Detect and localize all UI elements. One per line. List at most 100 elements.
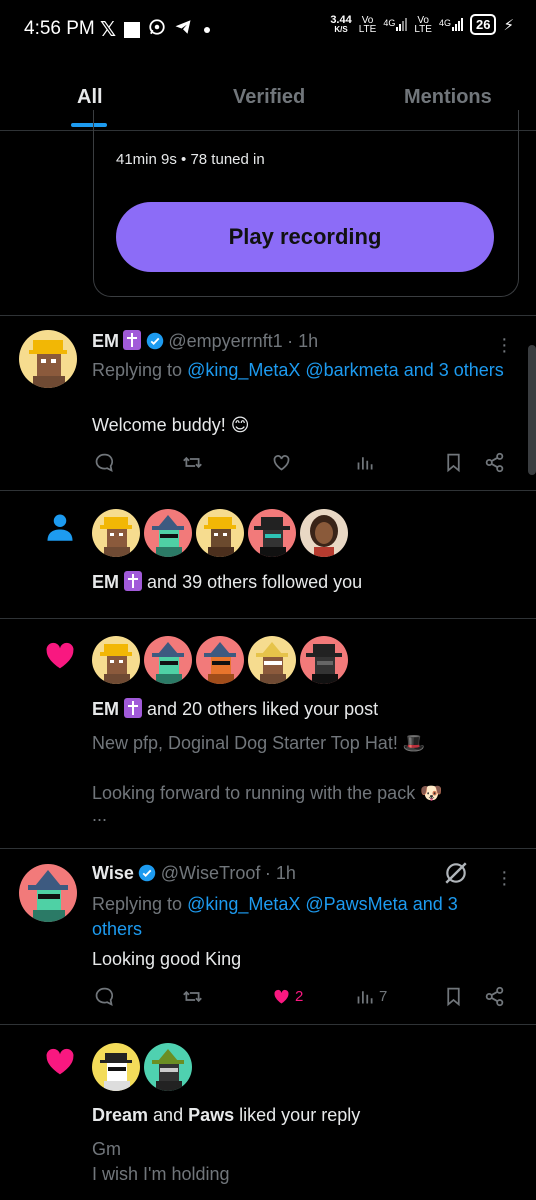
cross-emoji-icon bbox=[124, 698, 143, 718]
liker-avatar[interactable] bbox=[248, 636, 296, 684]
signal-icon-2: 4G bbox=[439, 18, 463, 31]
tweet-header: EM @empyerrnft1 · 1h bbox=[92, 330, 318, 352]
status-bar: 4:56 PM 𝕏 3.44 K/S Vo LTE 4G Vo LTE 4G 2… bbox=[0, 0, 536, 60]
liker-avatar[interactable] bbox=[92, 636, 140, 684]
avatar[interactable] bbox=[19, 864, 77, 922]
views-button[interactable]: 7 bbox=[355, 986, 387, 1007]
replying-to: Replying to @king_MetaX @PawsMeta and 3 … bbox=[92, 894, 458, 939]
reply-icon bbox=[95, 453, 114, 472]
person-icon bbox=[45, 512, 75, 547]
share-button[interactable] bbox=[484, 986, 505, 1007]
follower-name[interactable]: EM bbox=[92, 572, 119, 592]
heart-icon bbox=[44, 1046, 76, 1081]
liked-post-more: ... bbox=[92, 805, 108, 825]
heart-icon bbox=[44, 640, 76, 675]
divider bbox=[0, 1024, 536, 1025]
like-button[interactable] bbox=[271, 452, 292, 473]
follow-text: EM and 39 others followed you bbox=[92, 571, 363, 592]
divider bbox=[0, 848, 536, 849]
whatsapp-icon bbox=[148, 18, 166, 42]
like-button[interactable]: 2 bbox=[271, 986, 303, 1007]
follower-avatar[interactable] bbox=[92, 509, 140, 557]
divider bbox=[0, 618, 536, 619]
net-speed: 3.44 bbox=[330, 13, 352, 26]
follower-avatar[interactable] bbox=[196, 509, 244, 557]
notification-icons: 𝕏 bbox=[100, 17, 211, 42]
liked-post-line: Looking forward to running with the pack… bbox=[92, 783, 443, 803]
verified-icon bbox=[146, 332, 164, 350]
author-handle[interactable]: @empyerrnft1 bbox=[168, 331, 282, 351]
reply-icon bbox=[95, 987, 114, 1006]
liked-reply-line: I wish I'm holding bbox=[92, 1164, 230, 1184]
heart-outline-icon bbox=[273, 455, 290, 471]
dot-icon bbox=[204, 26, 211, 33]
views-button[interactable] bbox=[355, 452, 376, 473]
avatar[interactable] bbox=[19, 330, 77, 388]
tweet-header: Wise @WiseTroof · 1h bbox=[92, 863, 296, 884]
reply-mentions[interactable]: @king_MetaX @barkmeta and 3 others bbox=[187, 360, 504, 380]
reply-button[interactable] bbox=[94, 986, 115, 1007]
retweet-button[interactable] bbox=[182, 452, 203, 473]
play-recording-button[interactable]: Play recording bbox=[116, 202, 494, 272]
author-name[interactable]: Wise bbox=[92, 863, 134, 883]
lte-label-2: LTE bbox=[414, 23, 432, 35]
charging-icon: ⚡ bbox=[503, 16, 514, 34]
views-icon bbox=[357, 457, 373, 470]
author-handle[interactable]: @WiseTroof bbox=[161, 863, 261, 883]
tab-verified[interactable]: Verified bbox=[233, 86, 305, 109]
telegram-icon bbox=[174, 18, 192, 42]
heart-filled-icon bbox=[274, 989, 289, 1004]
liker-avatar[interactable] bbox=[300, 636, 348, 684]
tab-all[interactable]: All bbox=[77, 86, 103, 109]
verified-icon bbox=[139, 864, 156, 882]
retweet-button[interactable] bbox=[182, 986, 203, 1007]
bookmark-button[interactable] bbox=[443, 986, 464, 1007]
gallery-icon bbox=[124, 21, 141, 38]
liker-avatar[interactable] bbox=[196, 636, 244, 684]
signal-icon: 4G bbox=[383, 18, 408, 31]
lte-label: LTE bbox=[358, 23, 377, 35]
views-count: 7 bbox=[379, 988, 388, 1005]
cross-emoji-icon bbox=[123, 330, 142, 350]
author-name[interactable]: EM bbox=[92, 331, 119, 351]
tab-mentions[interactable]: Mentions bbox=[404, 86, 492, 109]
bookmark-button[interactable] bbox=[443, 452, 464, 473]
share-icon bbox=[485, 452, 504, 473]
divider bbox=[0, 315, 536, 316]
liker-avatar[interactable] bbox=[144, 636, 192, 684]
follower-avatar[interactable] bbox=[300, 509, 348, 557]
views-icon bbox=[357, 991, 373, 1004]
liker-avatar[interactable] bbox=[144, 1043, 192, 1091]
share-button[interactable] bbox=[484, 452, 505, 473]
like-count: 2 bbox=[295, 988, 304, 1005]
tweet-time: · 1h bbox=[264, 863, 296, 883]
liker-name[interactable]: EM bbox=[92, 699, 119, 719]
retweet-icon bbox=[183, 990, 202, 1003]
liker-name[interactable]: Dream bbox=[92, 1105, 148, 1125]
retweet-icon bbox=[183, 456, 202, 469]
space-meta: 41min 9s • 78 tuned in bbox=[116, 151, 265, 168]
tweet-text: Looking good King bbox=[92, 949, 242, 969]
liker-avatar[interactable] bbox=[92, 1043, 140, 1091]
replying-to: Replying to @king_MetaX @barkmeta and 3 … bbox=[92, 360, 504, 380]
follower-avatar[interactable] bbox=[144, 509, 192, 557]
like-text: EM and 20 others liked your post bbox=[92, 698, 379, 719]
reply-button[interactable] bbox=[94, 452, 115, 473]
system-status: 3.44 K/S Vo LTE 4G Vo LTE 4G 26 ⚡ bbox=[330, 14, 514, 35]
divider bbox=[0, 490, 536, 491]
cross-emoji-icon bbox=[124, 571, 143, 591]
grok-icon[interactable] bbox=[443, 860, 469, 891]
follower-avatar[interactable] bbox=[248, 509, 296, 557]
bookmark-icon bbox=[447, 987, 460, 1007]
liked-reply-line: Gm bbox=[92, 1139, 121, 1159]
liker-name[interactable]: Paws bbox=[188, 1105, 234, 1125]
scrollbar[interactable] bbox=[528, 345, 536, 475]
share-icon bbox=[485, 986, 504, 1007]
liked-post-line: New pfp, Doginal Dog Starter Top Hat! 🎩 bbox=[92, 733, 426, 753]
tweet-time: · 1h bbox=[287, 331, 319, 351]
status-time: 4:56 PM bbox=[24, 18, 95, 39]
more-icon[interactable]: · · · bbox=[501, 329, 508, 361]
bookmark-icon bbox=[447, 453, 460, 473]
more-icon[interactable]: · · · bbox=[501, 862, 508, 894]
net-unit: K/S bbox=[334, 24, 348, 34]
